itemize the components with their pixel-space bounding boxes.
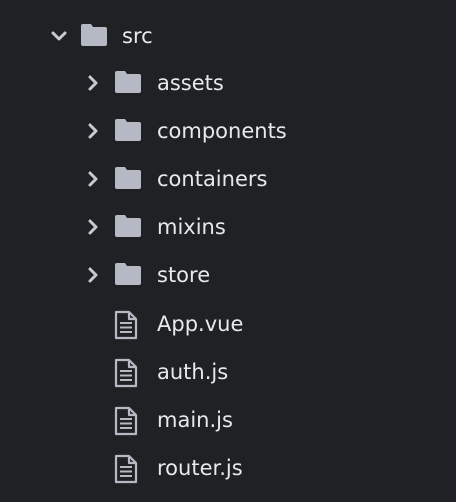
tree-item-assets[interactable]: assets [0,63,456,103]
chevron-right-icon[interactable] [84,266,102,284]
tree-item-label: assets [157,71,224,95]
file-text-icon [114,358,138,393]
tree-item-label: main.js [157,408,233,432]
tree-item-label: components [157,119,287,143]
tree-item-label: auth.js [157,360,229,384]
folder-icon [80,23,108,52]
folder-icon [114,118,142,147]
folder-icon [114,262,142,291]
tree-item-label: containers [157,167,268,191]
tree-item-label: router.js [157,456,243,480]
file-text-icon [114,310,138,345]
tree-item-label: mixins [157,215,226,239]
chevron-right-icon[interactable] [84,74,102,92]
tree-item-store[interactable]: store [0,255,456,295]
file-text-icon [114,406,138,441]
folder-icon [114,166,142,195]
tree-item-label: App.vue [157,312,244,336]
tree-item-app-vue[interactable]: App.vue [0,304,456,344]
tree-item-router-js[interactable]: router.js [0,448,456,488]
tree-item-mixins[interactable]: mixins [0,207,456,247]
tree-item-auth-js[interactable]: auth.js [0,352,456,392]
tree-item-main-js[interactable]: main.js [0,400,456,440]
tree-item-label: src [122,24,153,48]
chevron-right-icon[interactable] [84,170,102,188]
tree-item-src[interactable]: src [0,16,456,56]
tree-item-containers[interactable]: containers [0,159,456,199]
chevron-right-icon[interactable] [84,122,102,140]
tree-item-label: store [157,263,211,287]
file-text-icon [114,454,138,489]
file-tree: src assets components containers mixins … [0,0,456,502]
chevron-right-icon[interactable] [84,218,102,236]
folder-icon [114,214,142,243]
chevron-down-icon[interactable] [50,27,68,45]
tree-item-components[interactable]: components [0,111,456,151]
folder-icon [114,70,142,99]
